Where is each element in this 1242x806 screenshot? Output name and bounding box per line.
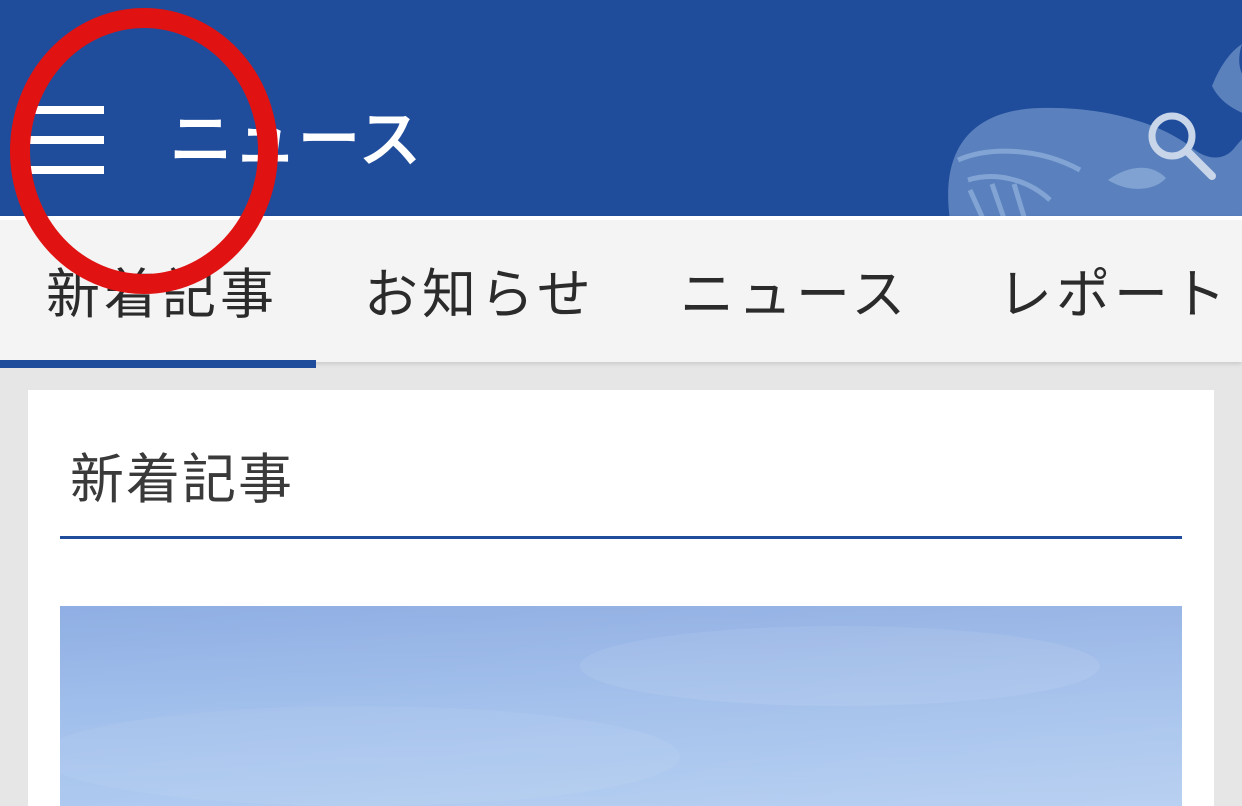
active-tab-indicator [0,360,316,368]
search-button[interactable] [1140,104,1220,184]
tab-reports[interactable]: レポート [998,250,1230,340]
app-bar: ニュース [0,0,1242,216]
page-title: ニュース [170,103,423,176]
tab-new-articles[interactable]: 新着記事 [46,250,278,340]
section-title: 新着記事 [70,448,294,511]
tab-news[interactable]: ニュース [680,250,909,340]
app-root: ニュース 新着記事 お知らせ ニュース レポート 新着記事 [0,0,1242,806]
sky-texture [60,606,1182,806]
tab-notices[interactable]: お知らせ [364,250,595,340]
content-card: 新着記事 [28,390,1214,806]
section-divider [60,536,1182,539]
menu-button[interactable] [24,104,108,176]
search-icon [1148,112,1216,180]
tab-bar: 新着記事 お知らせ ニュース レポート [0,216,1242,368]
article-thumbnail-image[interactable] [60,606,1182,806]
